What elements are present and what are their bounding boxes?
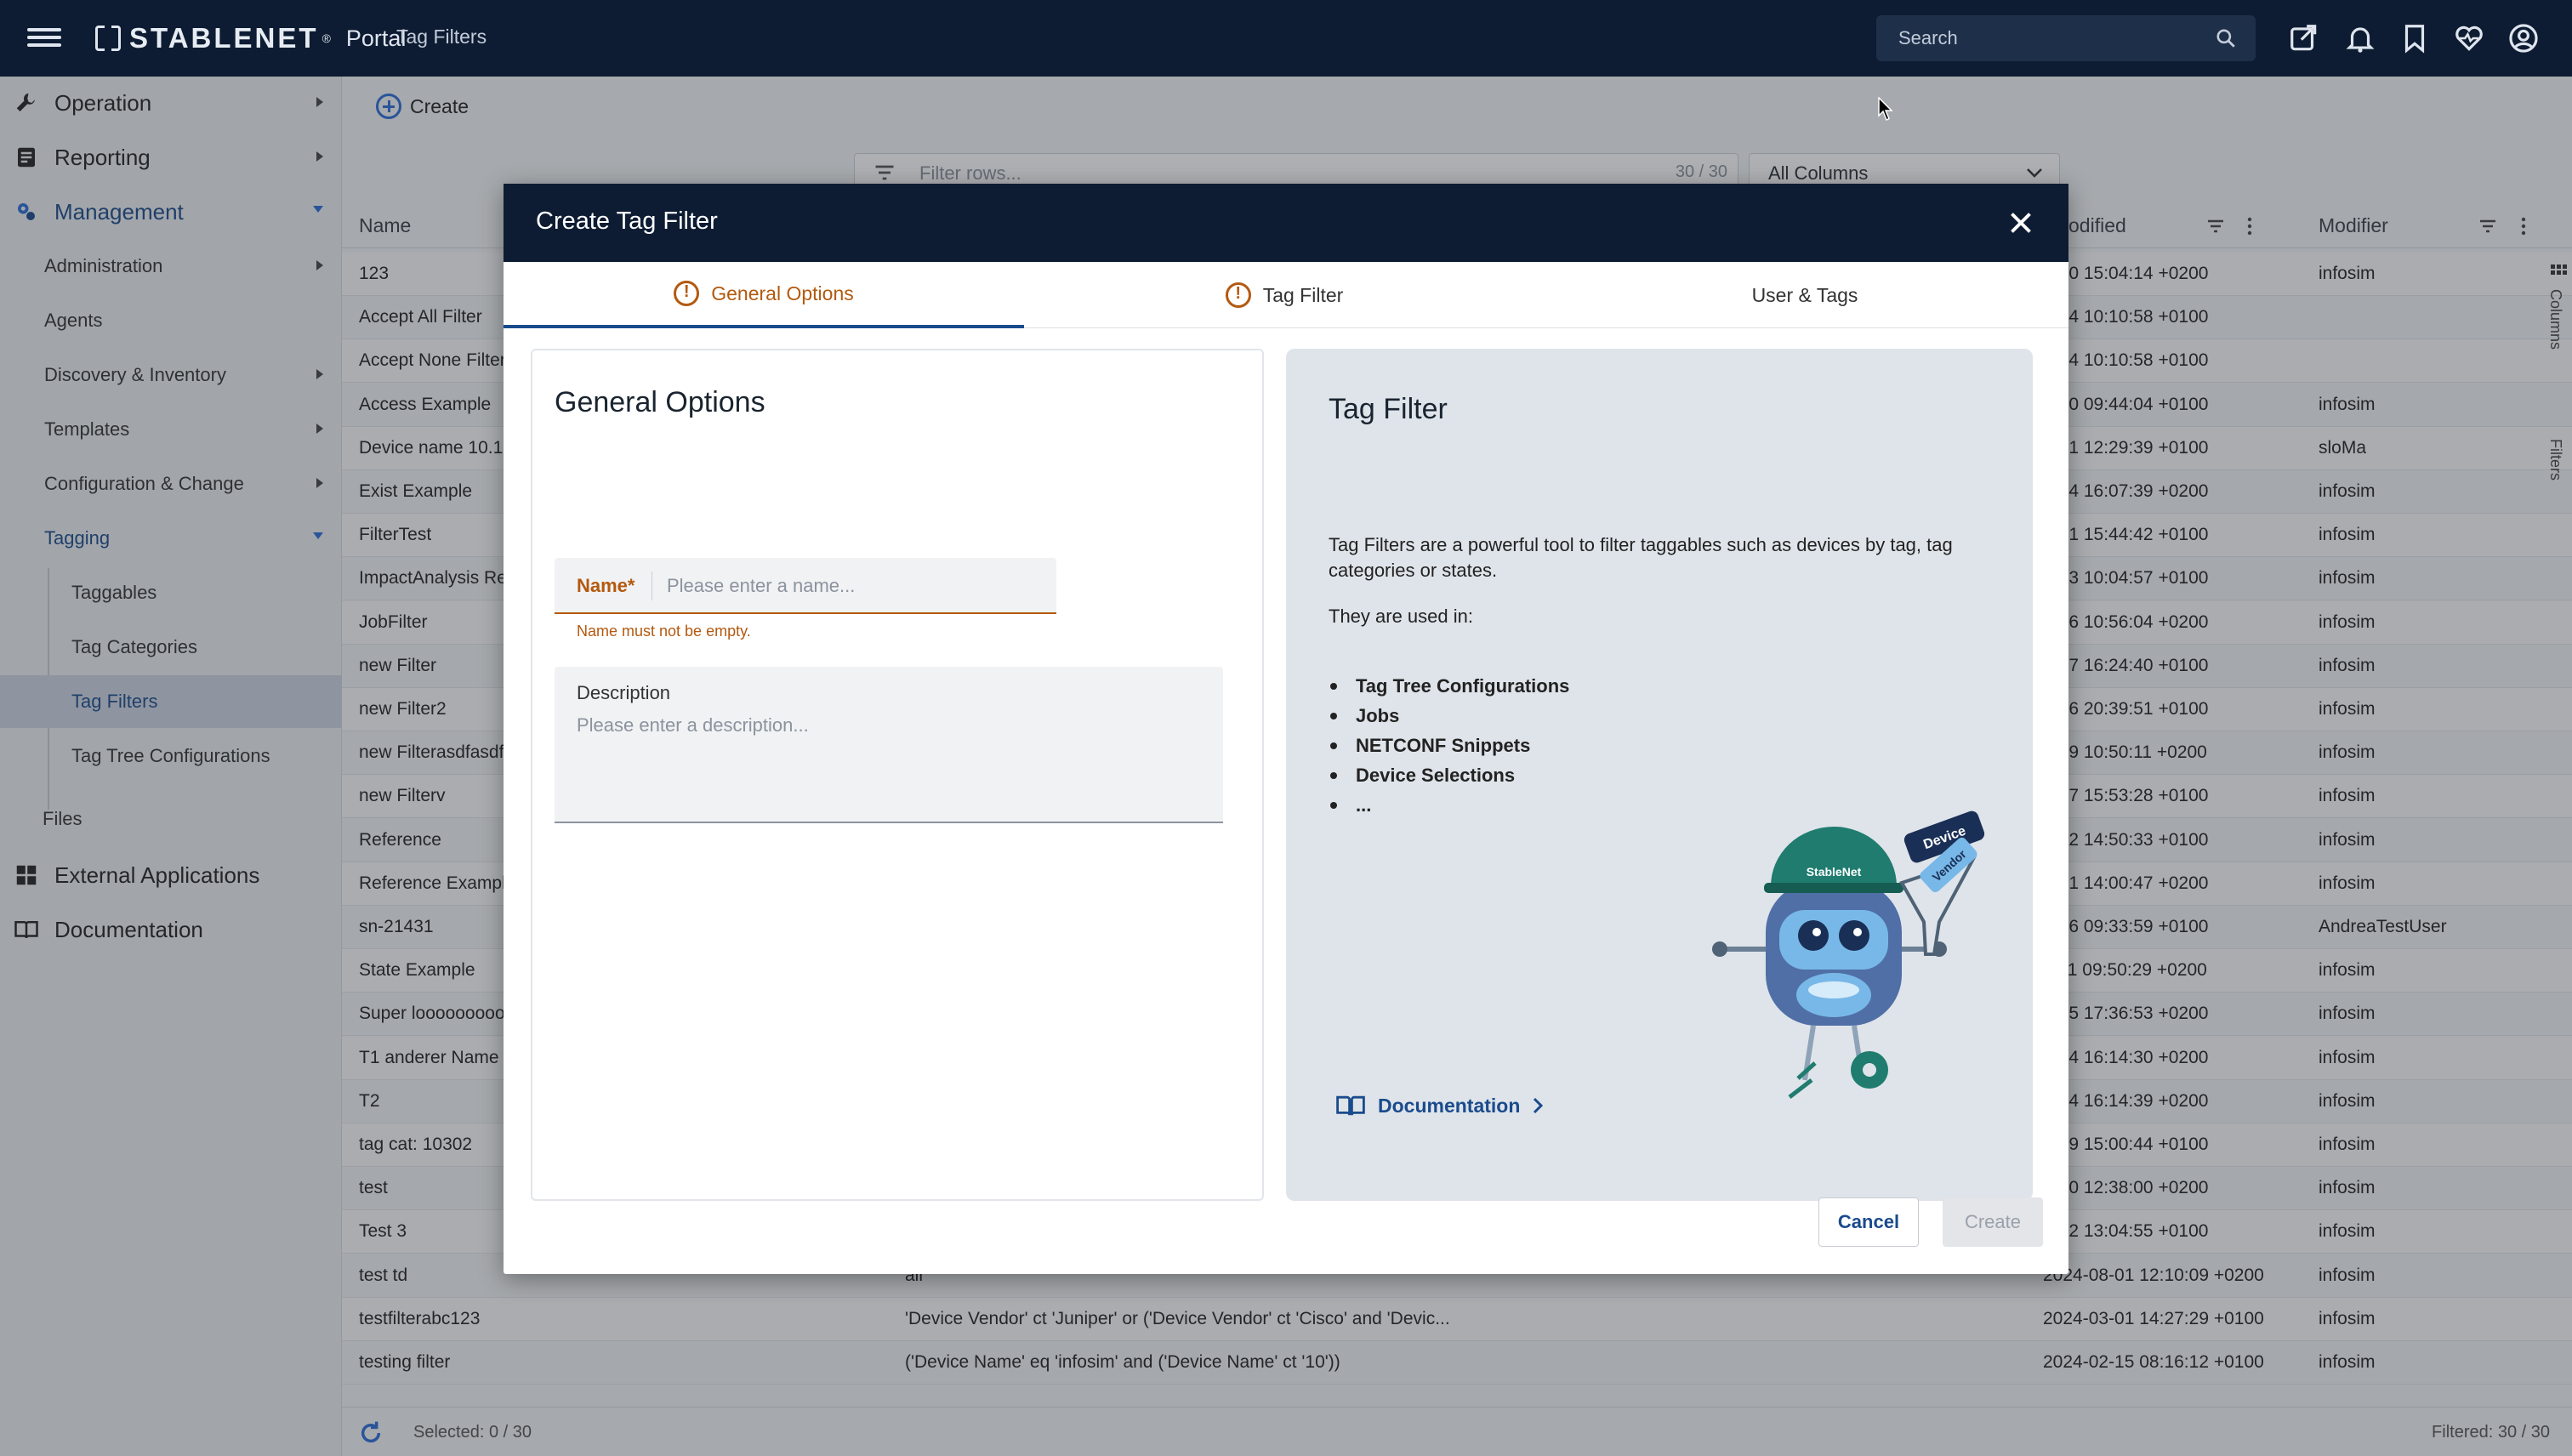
name-input[interactable]: Please enter a name... [667, 575, 855, 597]
create-tag-filter-dialog: Create Tag Filter General Options Tag Fi… [504, 184, 2068, 1274]
description-label: Description [577, 682, 671, 703]
dialog-title: Create Tag Filter [536, 208, 718, 235]
stablenet-logo-icon [95, 26, 121, 51]
documentation-link-label: Documentation [1378, 1094, 1521, 1117]
dialog-tabs: General Options Tag Filter User & Tags [504, 262, 2068, 328]
name-label: Name* [577, 575, 635, 596]
warning-icon [674, 281, 700, 306]
brand-reg: ® [322, 31, 331, 45]
list-item: Tag Tree Configurations [1329, 675, 1570, 697]
list-item: Device Selections [1329, 765, 1516, 786]
health-icon[interactable] [2453, 22, 2485, 54]
name-error-message: Name must not be empty. [577, 623, 751, 640]
create-submit-button[interactable]: Create [1943, 1197, 2043, 1247]
description-input[interactable]: Please enter a description... [577, 714, 809, 737]
tab-label: Tag Filter [1262, 283, 1344, 306]
top-bar: STABLENET ® Portal Tag Filters Search [0, 0, 2572, 77]
mascot-helmet-text: StableNet [1807, 865, 1862, 879]
global-search[interactable]: Search [1876, 15, 2256, 61]
description-field[interactable]: Description Please enter a description..… [555, 667, 1223, 823]
robot-mascot-illustration: StableNet Device Vendor [1712, 810, 1985, 1099]
book-icon [1336, 1095, 1365, 1116]
app-logo[interactable]: STABLENET ® Portal [95, 19, 406, 58]
chevron-right-icon [1534, 1097, 1544, 1114]
tab-tag-filter[interactable]: Tag Filter [1024, 262, 1545, 328]
general-options-heading: General Options [555, 386, 765, 418]
hamburger-menu-icon[interactable] [27, 24, 61, 53]
close-icon[interactable] [2006, 208, 2036, 238]
cancel-button[interactable]: Cancel [1818, 1197, 1919, 1247]
tag-filter-info-card: Tag Filter Tag Filters are a powerful to… [1286, 349, 2033, 1201]
tab-label: User & Tags [1751, 283, 1858, 306]
info-description: Tag Filters are a powerful tool to filte… [1329, 534, 1953, 581]
documentation-link[interactable]: Documentation [1335, 1094, 1544, 1118]
list-item: Jobs [1329, 705, 1400, 726]
name-field[interactable]: Name* Please enter a name... [555, 558, 1056, 614]
dialog-header: Create Tag Filter [504, 184, 2068, 262]
breadcrumb: Tag Filters [396, 26, 487, 48]
user-account-icon[interactable] [2507, 22, 2540, 54]
export-icon[interactable] [2288, 22, 2320, 54]
search-input[interactable]: Search [1898, 27, 1958, 49]
general-options-card: General Options Name* Please enter a nam… [531, 349, 1264, 1201]
tab-label: General Options [711, 282, 854, 304]
tab-user-and-tags[interactable]: User & Tags [1545, 262, 2065, 328]
tab-general-options[interactable]: General Options [504, 262, 1024, 328]
brand-name: STABLENET [129, 22, 319, 54]
info-heading: Tag Filter [1329, 393, 1448, 425]
list-item: ... [1329, 794, 1372, 816]
bell-icon[interactable] [2344, 22, 2376, 54]
mouse-cursor-icon [1878, 97, 1893, 121]
warning-icon [1225, 282, 1251, 308]
search-icon[interactable] [2215, 27, 2237, 49]
list-item: NETCONF Snippets [1329, 735, 1531, 756]
used-in-label: They are used in: [1329, 606, 1473, 627]
bookmark-icon[interactable] [2398, 22, 2431, 54]
